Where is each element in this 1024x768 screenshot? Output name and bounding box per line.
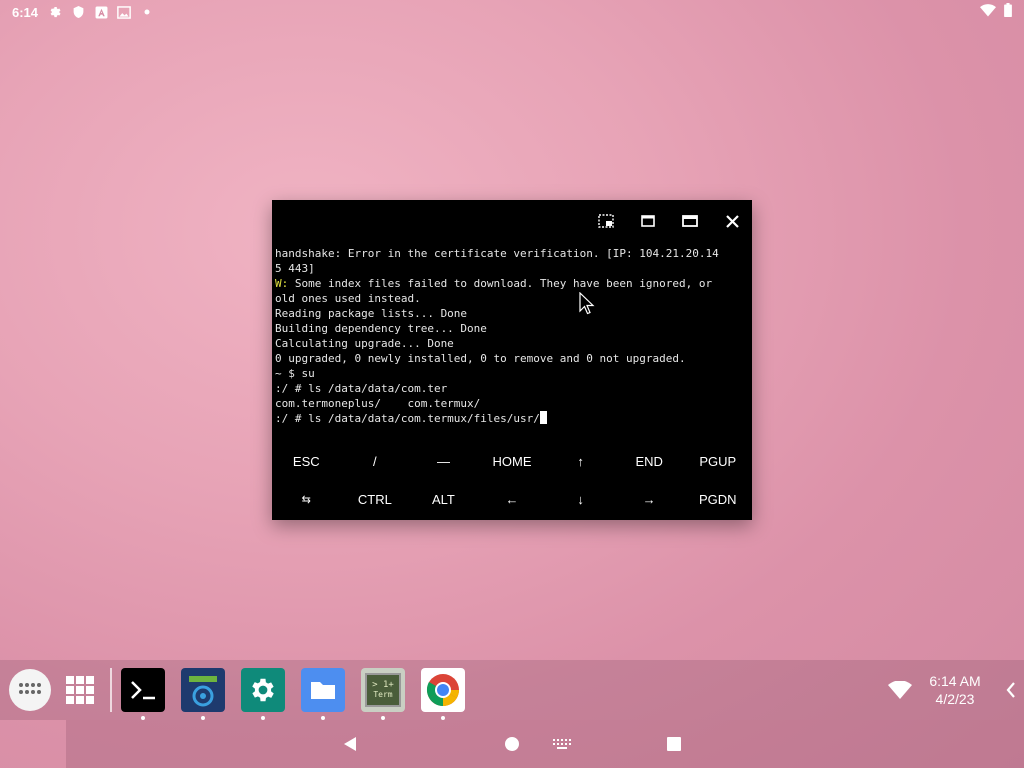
term-line: Building dependency tree... Done bbox=[275, 322, 487, 335]
term-line: com.termoneplus/ com.termux/ bbox=[275, 397, 481, 410]
key-end[interactable]: END bbox=[615, 454, 684, 469]
chevron-left-icon bbox=[1006, 682, 1015, 698]
key-up[interactable]: ↑ bbox=[546, 454, 615, 469]
shield-icon bbox=[71, 5, 85, 19]
wifi-icon bbox=[888, 681, 912, 699]
clock-time: 6:14 AM bbox=[929, 673, 981, 689]
navigation-bar bbox=[66, 720, 1024, 768]
terminal-app[interactable] bbox=[121, 668, 165, 720]
term-line: 0 upgraded, 0 newly installed, 0 to remo… bbox=[275, 352, 686, 365]
dot-icon bbox=[140, 5, 154, 19]
screenshot-icon[interactable] bbox=[596, 211, 616, 231]
term-line: :/ # ls /data/data/com.ter bbox=[275, 382, 448, 395]
extra-keys-bar: ESC / — HOME ↑ END PGUP ⇆ CTRL ALT ← ↓ →… bbox=[272, 442, 752, 520]
image-icon bbox=[117, 5, 131, 19]
terminal-window[interactable]: handshake: Error in the certificate veri… bbox=[272, 200, 752, 520]
chrome-app[interactable] bbox=[421, 668, 465, 720]
key-ctrl[interactable]: CTRL bbox=[341, 492, 410, 507]
mouse-pointer-icon bbox=[579, 292, 595, 315]
window-titlebar[interactable] bbox=[272, 200, 752, 242]
android-terminal-icon bbox=[185, 672, 221, 708]
square-icon bbox=[667, 737, 681, 751]
key-dash[interactable]: — bbox=[409, 454, 478, 469]
term-line: Reading package lists... Done bbox=[275, 307, 468, 320]
close-icon[interactable] bbox=[722, 211, 742, 231]
files-app[interactable] bbox=[301, 668, 345, 720]
term-line: :/ # ls /data/data/com.termux/files/usr/ bbox=[275, 411, 749, 426]
overview-button[interactable] bbox=[664, 734, 684, 754]
term-line: old ones used instead. bbox=[275, 292, 421, 305]
home-button[interactable] bbox=[502, 734, 522, 754]
back-triangle-icon bbox=[344, 737, 356, 751]
key-tab[interactable]: ⇆ bbox=[272, 493, 341, 506]
battery-icon bbox=[1004, 3, 1012, 21]
status-time: 6:14 bbox=[12, 4, 39, 20]
restore-icon[interactable] bbox=[638, 211, 658, 231]
keyboard-icon bbox=[553, 739, 571, 749]
text-cursor bbox=[539, 411, 547, 424]
warn-text: Some index files failed to download. The… bbox=[288, 277, 713, 290]
tray-expand[interactable] bbox=[1006, 660, 1016, 720]
clock-date: 4/2/23 bbox=[935, 691, 975, 707]
taskbar-clock[interactable]: 6:14 AM 4/2/23 bbox=[922, 672, 988, 708]
warn-prefix: W: bbox=[275, 277, 289, 290]
a-icon bbox=[94, 5, 108, 19]
wifi-icon bbox=[980, 3, 996, 21]
key-down[interactable]: ↓ bbox=[546, 492, 615, 507]
taskbar-divider bbox=[110, 668, 112, 712]
apps-dots-icon bbox=[19, 683, 41, 694]
term-line: ~ $ su bbox=[275, 367, 315, 380]
chrome-icon bbox=[426, 674, 459, 706]
tray-wifi[interactable] bbox=[888, 660, 912, 720]
folder-icon bbox=[311, 682, 335, 699]
term-line: 5 443] bbox=[275, 262, 315, 275]
grid-icon bbox=[66, 676, 94, 704]
key-slash[interactable]: / bbox=[341, 454, 410, 469]
term-icon-text: > 1+ bbox=[372, 680, 394, 690]
term-app[interactable]: > 1+ Term bbox=[361, 668, 405, 720]
terminal-output[interactable]: handshake: Error in the certificate veri… bbox=[275, 246, 749, 436]
gear-icon bbox=[48, 5, 62, 19]
key-right[interactable]: → bbox=[615, 492, 684, 507]
term-icon: > 1+ Term bbox=[365, 673, 401, 707]
app-drawer-button[interactable] bbox=[9, 669, 51, 711]
key-esc[interactable]: ESC bbox=[272, 454, 341, 469]
key-left[interactable]: ← bbox=[478, 492, 547, 507]
keyboard-button[interactable] bbox=[552, 736, 572, 752]
key-pgup[interactable]: PGUP bbox=[683, 454, 752, 469]
term-icon-sub: Term bbox=[373, 690, 393, 699]
home-circle-icon bbox=[505, 737, 519, 751]
settings-gear-icon bbox=[252, 678, 274, 702]
key-alt[interactable]: ALT bbox=[409, 492, 478, 507]
android-terminal-app[interactable] bbox=[181, 668, 225, 720]
back-button[interactable] bbox=[340, 734, 360, 754]
term-prompt-line: :/ # ls /data/data/com.termux/files/usr/ bbox=[275, 412, 540, 425]
taskbar: > 1+ Term 6:14 AM 4/2/23 bbox=[0, 660, 1024, 720]
term-line: Calculating upgrade... Done bbox=[275, 337, 454, 350]
recent-apps-grid-button[interactable] bbox=[66, 676, 94, 704]
term-line: W: Some index files failed to download. … bbox=[275, 276, 749, 291]
status-bar: 6:14 bbox=[0, 0, 1024, 24]
key-pgdn[interactable]: PGDN bbox=[683, 492, 752, 507]
maximize-icon[interactable] bbox=[680, 211, 700, 231]
key-home[interactable]: HOME bbox=[478, 454, 547, 469]
settings-app[interactable] bbox=[241, 668, 285, 720]
terminal-prompt-icon bbox=[131, 681, 155, 700]
term-line: handshake: Error in the certificate veri… bbox=[275, 247, 719, 260]
